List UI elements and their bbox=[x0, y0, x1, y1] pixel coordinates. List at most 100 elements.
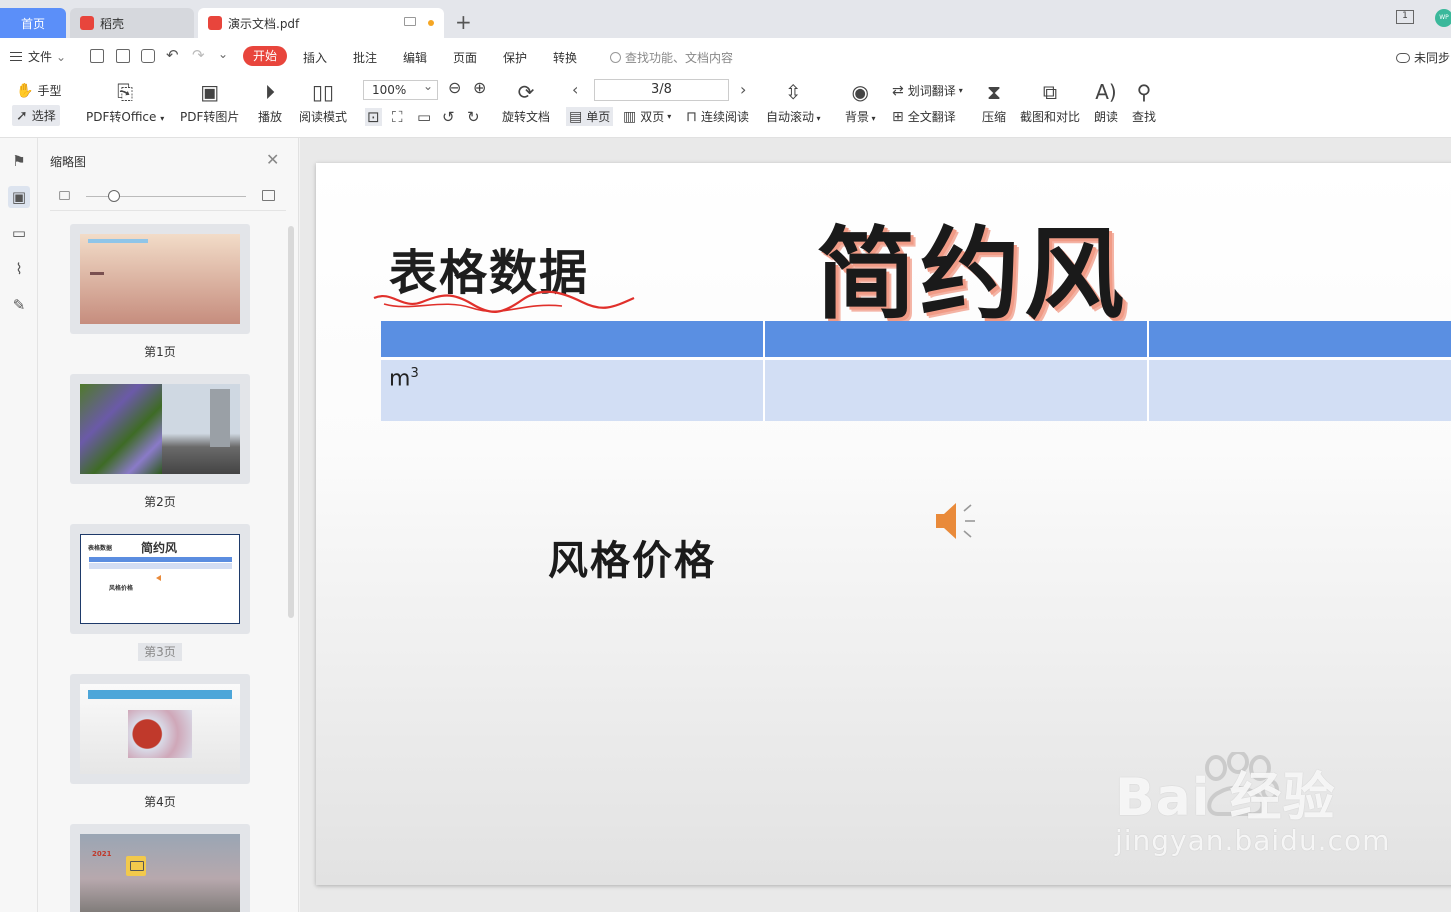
double-page-button[interactable]: ▥ 双页 ▾ bbox=[623, 108, 671, 125]
pdf-to-office-button[interactable]: ⎘ PDF转Office ▾ bbox=[86, 80, 164, 125]
word-translate-label: 划词翻译 bbox=[907, 84, 956, 98]
watermark-line2: jingyan.baidu.com bbox=[1115, 824, 1391, 857]
thumbnail-label-current: 第3页 bbox=[70, 643, 250, 661]
image-icon: ▣ bbox=[200, 80, 220, 104]
comment-icon[interactable]: ▭ bbox=[8, 222, 30, 244]
pdf-to-image-label: PDF转图片 bbox=[180, 110, 240, 124]
fit-width-icon[interactable]: ▭ bbox=[417, 108, 431, 126]
single-page-label: 单页 bbox=[586, 110, 611, 124]
file-menu-label: 文件 bbox=[28, 50, 53, 64]
find-button[interactable]: ⚲ 查找 bbox=[1132, 80, 1156, 125]
play-button[interactable]: ⏵ 播放 bbox=[258, 80, 282, 125]
find-label: 查找 bbox=[1132, 110, 1157, 124]
thumbnail-page-1[interactable] bbox=[70, 224, 250, 334]
comment-note-icon[interactable] bbox=[126, 856, 146, 876]
thumbnail-image: 表格数据 简约风 风格价格 bbox=[80, 534, 240, 624]
continuous-read-button[interactable]: ⊓ 连续阅读 bbox=[686, 108, 749, 125]
select-tool-button[interactable]: ➚ 选择 bbox=[12, 105, 60, 126]
red-squiggle-annotation[interactable] bbox=[372, 288, 637, 318]
pdf-to-image-button[interactable]: ▣ PDF转图片 bbox=[180, 80, 239, 125]
table-cell bbox=[1149, 357, 1451, 421]
thumbnail-page-3[interactable]: 表格数据 简约风 风格价格 bbox=[70, 524, 250, 634]
slide-subtitle-2: 风格价格 bbox=[548, 538, 716, 584]
signature-icon[interactable]: ✎ bbox=[8, 294, 30, 316]
zoom-out-icon[interactable]: ⊖ bbox=[448, 78, 461, 97]
watermark-line1: Bai 经验 bbox=[1115, 768, 1336, 828]
hand-tool-button[interactable]: ✋ 手型 bbox=[16, 82, 61, 99]
menu-bar: 文件 ⌄ ↶ ↷ ⌄ 开始 插入 批注 编辑 页面 保护 转换 查找功能、文档内… bbox=[0, 38, 1451, 74]
thumbnail-icon[interactable]: ▣ bbox=[8, 186, 30, 208]
bookmark-icon[interactable]: ⚑ bbox=[8, 150, 30, 172]
page-number-input[interactable]: 3/8 bbox=[594, 79, 729, 101]
close-icon[interactable]: ✕ bbox=[266, 150, 279, 169]
thumbnail-page-2[interactable] bbox=[70, 374, 250, 484]
menu-edit[interactable]: 编辑 bbox=[403, 49, 427, 66]
menu-annotate[interactable]: 批注 bbox=[353, 49, 377, 66]
tab-bar: 首页 稻壳 演示文档.pdf + 1 WP bbox=[0, 0, 1451, 38]
screenshot-compare-button[interactable]: ⧉ 截图和对比 bbox=[1020, 80, 1080, 125]
baidu-watermark: Bai 经验 jingyan.baidu.com bbox=[1115, 755, 1390, 857]
save-icon[interactable] bbox=[116, 49, 130, 63]
thumbnail-label: 第4页 bbox=[144, 795, 176, 809]
select-tool-label: 选择 bbox=[31, 109, 56, 123]
menu-convert[interactable]: 转换 bbox=[553, 49, 577, 66]
function-search[interactable]: 查找功能、文档内容 bbox=[610, 49, 733, 66]
zoom-in-icon[interactable]: ⊕ bbox=[473, 78, 486, 97]
file-menu-button[interactable]: 文件 ⌄ bbox=[10, 48, 66, 65]
thumbnail-label: 第1页 bbox=[144, 345, 176, 359]
tab-daoke[interactable]: 稻壳 bbox=[70, 8, 194, 38]
print-icon[interactable] bbox=[141, 49, 155, 63]
table-cell bbox=[765, 357, 1149, 421]
background-button[interactable]: ◉ 背景 ▾ bbox=[845, 80, 876, 125]
screen-cast-icon[interactable] bbox=[404, 17, 416, 26]
open-folder-icon[interactable] bbox=[90, 49, 104, 63]
zoom-select[interactable]: 100% bbox=[363, 77, 438, 100]
thumbnail-scrollbar[interactable] bbox=[288, 226, 294, 618]
auto-scroll-button[interactable]: ⇳ 自动滚动 ▾ bbox=[766, 80, 821, 125]
play-label: 播放 bbox=[258, 110, 283, 124]
tab-home[interactable]: 首页 bbox=[0, 8, 66, 38]
large-image-icon[interactable] bbox=[262, 190, 275, 201]
customize-chevron-icon[interactable]: ⌄ bbox=[218, 47, 228, 61]
attachment-icon[interactable]: ⌇ bbox=[8, 258, 30, 280]
auto-scroll-icon: ⇳ bbox=[784, 80, 802, 104]
menu-start[interactable]: 开始 bbox=[243, 46, 287, 66]
book-icon: ▯▯ bbox=[311, 80, 334, 104]
avatar[interactable]: WP bbox=[1435, 9, 1451, 27]
thumbnail-label: 第2页 bbox=[144, 495, 176, 509]
thumbnail-page-5[interactable]: 2021 bbox=[70, 824, 250, 912]
next-page-icon[interactable]: › bbox=[740, 80, 746, 99]
read-aloud-button[interactable]: A) 朗读 bbox=[1094, 80, 1118, 125]
thumbnail-size-slider[interactable] bbox=[56, 186, 286, 208]
rotate-document-button[interactable]: ⟳ 旋转文档 bbox=[502, 80, 550, 125]
menu-insert[interactable]: 插入 bbox=[303, 49, 327, 66]
table-header-cell bbox=[1149, 321, 1451, 357]
sync-status[interactable]: 未同步 bbox=[1396, 49, 1450, 66]
tab-document[interactable]: 演示文档.pdf bbox=[198, 8, 444, 38]
fit-page-icon[interactable]: ⛶ bbox=[392, 108, 403, 126]
rotate-right-icon[interactable]: ↻ bbox=[467, 108, 480, 126]
menu-protect[interactable]: 保护 bbox=[503, 49, 527, 66]
window-layout-icon[interactable]: 1 bbox=[1396, 10, 1414, 24]
thumbnail-image bbox=[80, 684, 240, 774]
table-header-cell bbox=[765, 321, 1149, 357]
menu-page[interactable]: 页面 bbox=[453, 49, 477, 66]
full-translate-button[interactable]: ⊞ 全文翻译 bbox=[892, 108, 956, 125]
redo-icon[interactable]: ↷ bbox=[192, 46, 205, 64]
read-aloud-label: 朗读 bbox=[1094, 110, 1119, 124]
compress-button[interactable]: ⧗ 压缩 bbox=[982, 80, 1006, 125]
speaker-icon[interactable] bbox=[934, 501, 978, 541]
slider-handle[interactable] bbox=[108, 190, 120, 202]
prev-page-icon[interactable]: ‹ bbox=[572, 80, 578, 99]
word-translate-button[interactable]: ⇄ 划词翻译 ▾ bbox=[892, 82, 963, 99]
read-mode-button[interactable]: ▯▯ 阅读模式 bbox=[299, 80, 347, 125]
rotate-doc-icon: ⟳ bbox=[517, 80, 535, 104]
thumbnail-page-4[interactable] bbox=[70, 674, 250, 784]
actual-size-icon[interactable]: ⊡ bbox=[365, 108, 382, 126]
undo-icon[interactable]: ↶ bbox=[166, 46, 179, 64]
single-page-button[interactable]: ▤ 单页 bbox=[566, 107, 614, 126]
thumbnail-image bbox=[80, 234, 240, 324]
new-tab-button[interactable]: + bbox=[455, 10, 472, 34]
small-image-icon[interactable] bbox=[59, 191, 70, 200]
rotate-left-icon[interactable]: ↺ bbox=[442, 108, 455, 126]
